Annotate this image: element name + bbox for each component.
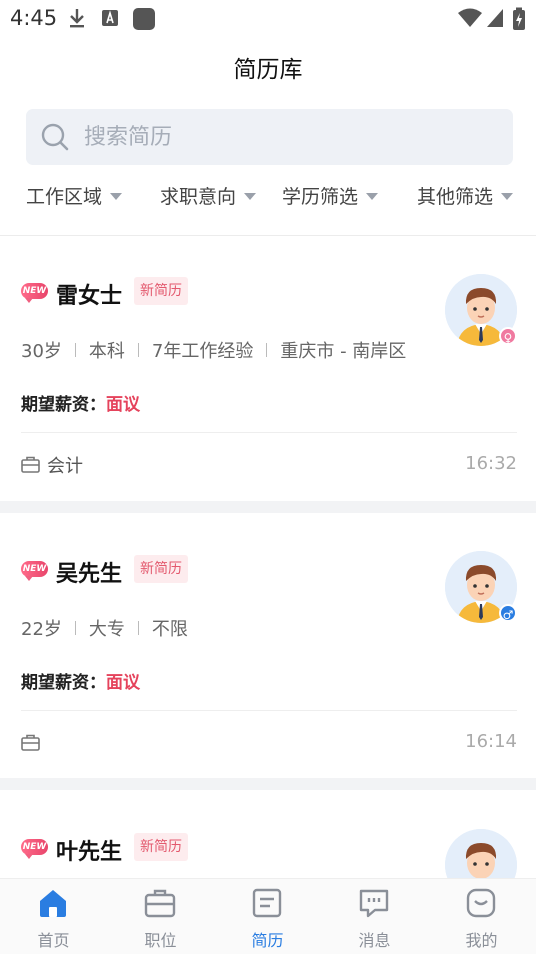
tab-label: 我的 [465,931,498,950]
app-notification-icon [102,10,118,26]
new-resume-tag: 新简历 [134,833,188,861]
salary-value: 面议 [106,673,140,693]
salary-label: 期望薪资： [21,395,106,415]
briefcase-icon [144,889,176,918]
battery-icon [513,7,525,30]
dropdown-arrow-icon [244,193,257,200]
resume-card[interactable]: NEW 吴先生 新简历 22岁 大专 不限 期望薪资：面议 16:14 ♂ [0,513,536,778]
expected-salary: 期望薪资：面议 [21,390,140,415]
search-icon [41,123,69,151]
avatar [445,829,517,878]
tab-label: 职位 [144,931,177,950]
page-title: 简历库 [233,57,303,83]
update-time: 16:32 [465,453,517,474]
education: 大专 [88,619,125,640]
search-input[interactable] [84,109,494,165]
download-icon [70,9,84,28]
resume-card[interactable]: NEW 叶先生 新简历 [0,790,536,878]
salary-label: 期望薪资： [21,673,106,693]
card-gap [0,501,536,513]
bottom-tab-bar: 首页 职位 简历 消息 我的 [0,878,536,954]
dropdown-arrow-icon [366,193,379,200]
expected-salary: 期望薪资：面议 [21,668,140,693]
filter-education[interactable]: 学历筛选 [282,182,379,209]
filter-job-intention[interactable]: 求职意向 [160,182,257,209]
experience: 7年工作经验 [151,341,254,362]
tab-jobs[interactable]: 职位 [107,879,214,954]
candidate-meta: 22岁 大专 不限 [21,615,188,641]
filter-label: 求职意向 [160,186,237,208]
new-badge: NEW [21,283,48,303]
status-time: 4:45 [10,6,58,30]
filter-work-area[interactable]: 工作区域 [26,182,123,209]
dropdown-arrow-icon [501,193,514,200]
education: 本科 [88,341,125,362]
tab-resumes[interactable]: 简历 [214,879,321,954]
tab-label: 首页 [37,931,70,950]
location: 重庆市 - 南岸区 [280,341,407,362]
dropdown-arrow-icon [110,193,123,200]
female-gender-icon: ♀ [499,327,517,345]
filter-other[interactable]: 其他筛选 [417,182,514,209]
search-bar[interactable] [26,109,513,165]
briefcase-icon [21,456,40,473]
tab-home[interactable]: 首页 [0,879,107,954]
tab-messages[interactable]: 消息 [321,879,428,954]
status-bar: 4:45 [0,0,536,38]
avatar-illustration [445,829,517,878]
job-title: 会计 [47,456,83,477]
new-resume-tag: 新简历 [134,277,188,305]
new-badge: NEW [21,561,48,581]
age: 30岁 [21,341,62,362]
home-icon [40,890,66,917]
resume-card[interactable]: NEW 雷女士 新简历 30岁 本科 7年工作经验 重庆市 - 南岸区 期望薪资… [0,236,536,501]
message-icon [359,889,389,918]
candidate-name: 吴先生 [56,562,123,587]
age: 22岁 [21,619,62,640]
experience: 不限 [151,619,188,640]
filter-label: 工作区域 [26,186,103,208]
update-time: 16:14 [465,731,517,752]
candidate-name: 雷女士 [56,284,123,309]
divider [21,432,517,433]
candidate-name: 叶先生 [56,840,123,865]
app-square-icon [133,8,155,30]
divider [21,710,517,711]
male-gender-icon: ♂ [499,604,517,622]
salary-value: 面议 [106,395,140,415]
new-badge: NEW [21,839,48,859]
new-resume-tag: 新简历 [134,555,188,583]
filter-label: 其他筛选 [417,186,494,208]
tab-label: 消息 [358,931,391,950]
tab-profile[interactable]: 我的 [428,879,535,954]
tab-label: 简历 [251,931,284,950]
candidate-meta: 30岁 本科 7年工作经验 重庆市 - 南岸区 [21,337,406,363]
resume-icon [252,888,282,918]
filter-bar: 工作区域 求职意向 学历筛选 其他筛选 [0,176,536,216]
signal-icon [487,9,503,27]
filter-label: 学历筛选 [282,186,359,208]
profile-icon [466,888,496,918]
card-gap [0,778,536,790]
briefcase-icon [21,734,40,751]
wifi-icon [458,8,482,27]
